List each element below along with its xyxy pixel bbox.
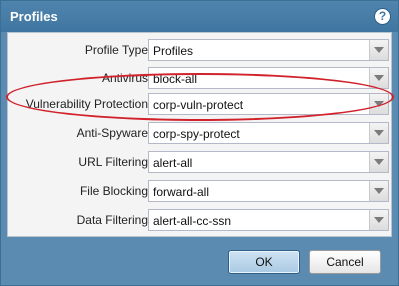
profiles-form: Profile Type Profiles Antivirus block-al…	[7, 32, 392, 237]
data-filtering-select[interactable]: alert-all-cc-ssn	[148, 209, 389, 231]
antivirus-row: Antivirus block-all	[8, 67, 393, 89]
antivirus-select[interactable]: block-all	[148, 67, 389, 89]
profile-type-label: Profile Type	[84, 43, 148, 57]
vulnerability-protection-label: Vulnerability Protection	[25, 97, 148, 111]
file-blocking-select[interactable]: forward-all	[148, 180, 389, 202]
dialog-title: Profiles	[10, 9, 58, 24]
anti-spyware-select[interactable]: corp-spy-protect	[148, 122, 389, 144]
url-filtering-label: URL Filtering	[78, 155, 148, 169]
url-filtering-value: alert-all	[153, 156, 193, 170]
anti-spyware-label: Anti-Spyware	[76, 126, 148, 140]
chevron-down-icon[interactable]	[369, 181, 388, 201]
dialog-footer: OK Cancel	[1, 237, 398, 285]
vulnerability-protection-row: Vulnerability Protection corp-vuln-prote…	[8, 93, 393, 115]
url-filtering-select[interactable]: alert-all	[148, 151, 389, 173]
dialog-titlebar[interactable]: Profiles ?	[1, 1, 398, 32]
data-filtering-row: Data Filtering alert-all-cc-ssn	[8, 209, 393, 231]
antivirus-value: block-all	[153, 72, 198, 86]
chevron-down-icon[interactable]	[369, 210, 388, 230]
help-icon[interactable]: ?	[374, 8, 391, 25]
chevron-down-icon[interactable]	[369, 40, 388, 60]
file-blocking-value: forward-all	[153, 185, 210, 199]
cancel-button[interactable]: Cancel	[309, 250, 381, 274]
chevron-down-icon[interactable]	[369, 94, 388, 114]
file-blocking-label: File Blocking	[79, 184, 148, 198]
data-filtering-value: alert-all-cc-ssn	[153, 214, 232, 228]
profiles-dialog: Profiles ? Profile Type Profiles Antivir…	[0, 0, 399, 286]
ok-button[interactable]: OK	[228, 250, 300, 274]
profile-type-select[interactable]: Profiles	[148, 39, 389, 61]
url-filtering-row: URL Filtering alert-all	[8, 151, 393, 173]
vulnerability-protection-value: corp-vuln-protect	[153, 98, 244, 112]
profile-type-value: Profiles	[153, 44, 194, 58]
chevron-down-icon[interactable]	[369, 152, 388, 172]
anti-spyware-value: corp-spy-protect	[153, 127, 240, 141]
chevron-down-icon[interactable]	[369, 123, 388, 143]
anti-spyware-row: Anti-Spyware corp-spy-protect	[8, 122, 393, 144]
profile-type-row: Profile Type Profiles	[8, 39, 393, 61]
vulnerability-protection-select[interactable]: corp-vuln-protect	[148, 93, 389, 115]
data-filtering-label: Data Filtering	[76, 213, 148, 227]
antivirus-label: Antivirus	[101, 71, 148, 85]
chevron-down-icon[interactable]	[369, 68, 388, 88]
file-blocking-row: File Blocking forward-all	[8, 180, 393, 202]
